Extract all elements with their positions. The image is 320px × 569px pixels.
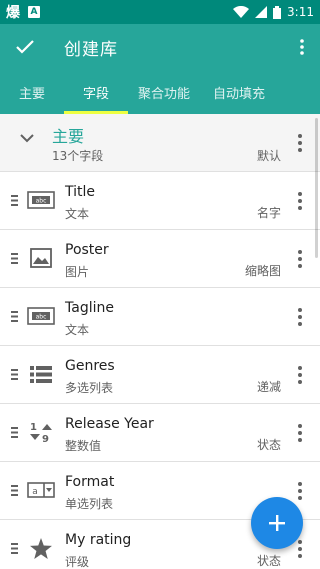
drag-handle-icon[interactable] xyxy=(11,253,18,264)
field-row[interactable]: abc Tagline 文本 xyxy=(0,288,320,346)
save-button[interactable] xyxy=(0,24,50,70)
section-title: 主要 xyxy=(52,127,85,146)
field-type: 文本 xyxy=(65,207,90,221)
overflow-menu-button[interactable] xyxy=(284,24,320,70)
text-field-icon: abc xyxy=(26,188,56,212)
tab-aggregates[interactable]: 聚合功能 xyxy=(128,70,200,114)
drag-handle-icon[interactable] xyxy=(11,369,18,380)
field-type: 整数值 xyxy=(65,439,102,453)
field-menu-button[interactable] xyxy=(292,422,308,444)
status-bar: 爆 A 3:11 xyxy=(0,0,320,24)
tab-bar: 主要 字段 聚合功能 自动填充 xyxy=(0,70,320,114)
tab-autofill[interactable]: 自动填充 xyxy=(200,70,278,114)
field-type: 多选列表 xyxy=(65,381,114,395)
signal-icon xyxy=(255,6,268,18)
svg-text:1: 1 xyxy=(30,422,37,433)
drag-handle-icon[interactable] xyxy=(11,543,18,554)
add-field-button[interactable] xyxy=(251,497,303,549)
field-row[interactable]: abc Title 文本 名字 xyxy=(0,172,320,230)
battery-icon xyxy=(273,5,282,19)
section-menu-button[interactable] xyxy=(292,132,308,154)
field-extra: 名字 xyxy=(256,206,281,220)
field-menu-button[interactable] xyxy=(292,364,308,386)
field-type: 图片 xyxy=(65,265,90,279)
field-extra: 缩略图 xyxy=(244,264,281,278)
field-title: Title xyxy=(65,184,96,200)
drag-handle-icon[interactable] xyxy=(11,311,18,322)
svg-text:a: a xyxy=(32,487,38,497)
field-row[interactable]: Poster 图片 缩略图 xyxy=(0,230,320,288)
svg-text:abc: abc xyxy=(36,314,47,321)
field-title: Genres xyxy=(65,358,115,374)
text-field-icon: abc xyxy=(26,304,56,328)
chevron-down-icon[interactable] xyxy=(20,134,34,143)
drag-handle-icon[interactable] xyxy=(11,195,18,206)
drag-handle-icon[interactable] xyxy=(11,427,18,438)
app-notification-icon: 爆 xyxy=(6,5,20,21)
drag-handle-icon[interactable] xyxy=(11,485,18,496)
more-vert-icon xyxy=(300,39,304,55)
wifi-icon xyxy=(233,6,250,18)
field-title: Format xyxy=(65,474,115,490)
svg-text:9: 9 xyxy=(42,434,49,443)
dropdown-icon: a xyxy=(26,478,56,502)
section-header[interactable]: 主要 13个字段 默认 xyxy=(0,114,320,172)
field-extra: 状态 xyxy=(256,554,281,568)
svg-text:abc: abc xyxy=(36,198,47,205)
plus-icon xyxy=(269,515,285,531)
a-notification-icon: A xyxy=(28,6,40,18)
list-icon xyxy=(26,362,56,386)
field-menu-button[interactable] xyxy=(292,480,308,502)
page-title: 创建库 xyxy=(64,39,118,60)
sort-numeric-icon: 19 xyxy=(26,420,56,444)
field-menu-button[interactable] xyxy=(292,306,308,328)
scrollbar[interactable] xyxy=(315,118,318,258)
field-type: 评级 xyxy=(65,555,90,569)
field-extra: 递减 xyxy=(256,380,281,394)
check-icon xyxy=(16,40,34,54)
field-menu-button[interactable] xyxy=(292,190,308,212)
field-title: Poster xyxy=(65,242,109,258)
image-icon xyxy=(26,246,56,270)
star-icon xyxy=(26,536,56,560)
field-type: 文本 xyxy=(65,323,90,337)
field-extra: 状态 xyxy=(256,438,281,452)
field-menu-button[interactable] xyxy=(292,248,308,270)
tab-main[interactable]: 主要 xyxy=(0,70,64,114)
field-row[interactable]: Genres 多选列表 递减 xyxy=(0,346,320,404)
tab-fields[interactable]: 字段 xyxy=(64,70,128,114)
field-title: Tagline xyxy=(65,300,114,316)
section-default-label: 默认 xyxy=(256,149,281,163)
field-title: Release Year xyxy=(65,416,154,432)
field-title: My rating xyxy=(65,532,132,548)
section-field-count: 13个字段 xyxy=(52,149,104,163)
field-row[interactable]: 19 Release Year 整数值 状态 xyxy=(0,404,320,462)
app-bar: 创建库 xyxy=(0,24,320,70)
field-type: 单选列表 xyxy=(65,497,114,511)
status-time: 3:11 xyxy=(287,5,314,19)
